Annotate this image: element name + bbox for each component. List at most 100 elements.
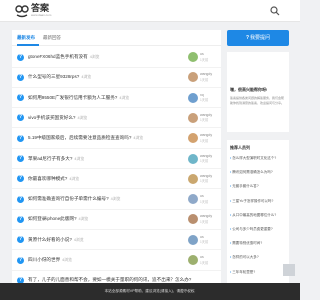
question-icon	[17, 256, 24, 264]
recommended-item[interactable]: •怎么样大型演职时文化这个?	[230, 156, 288, 160]
question-row[interactable]: 四川小伢的世界4浏览 us1天前	[12, 251, 221, 271]
logo-text[interactable]: 答案	[31, 3, 49, 13]
logo-icon[interactable]	[15, 4, 29, 18]
avatar[interactable]	[188, 255, 198, 265]
question-title[interactable]: vivo手机该买国货好么? 4浏览	[28, 115, 87, 121]
info-title: 嘿，很高兴能帮你呀!	[230, 87, 268, 92]
question-title-text[interactable]: 什么型号的三星9328rps?	[28, 74, 79, 79]
recommended-item[interactable]: •三星Yu子怎样操作可以吗?	[230, 199, 288, 203]
recommended-item-text[interactable]: 三星Yu子怎样操作可以吗?	[232, 199, 273, 203]
question-title-text[interactable]: 黄原什么好看的小说?	[28, 237, 72, 242]
question-row[interactable]: 什么型号的三星9328rps?4浏览 wangdy1天前	[12, 68, 221, 88]
recommended-item[interactable]: •公司与多少吗员费更重要?	[230, 227, 288, 231]
recommended-item-text[interactable]: 需要特别优惠时间?	[232, 241, 262, 245]
view-count: 4浏览	[78, 217, 89, 222]
post-time: 1天前	[200, 199, 209, 204]
question-row[interactable]: 如何需准确查询行自份子单需什么编号?4浏览 us1天前	[12, 190, 221, 210]
username[interactable]: us	[200, 235, 204, 239]
question-title-text[interactable]: 如何需准确查询行自份子单需什么编号?	[28, 196, 109, 201]
post-time: 1天前	[200, 57, 209, 62]
question-row[interactable]: 如何登录iphone此版网?4浏览 wangdy1天前	[12, 210, 221, 230]
avatar[interactable]	[188, 234, 198, 245]
recommended-item-text[interactable]: 无套手套什么答?	[232, 184, 258, 188]
question-title[interactable]: 苹果ad尼行子有多大? 4浏览	[28, 156, 84, 162]
question-title-text[interactable]: 苹果ad尼行子有多大?	[28, 156, 72, 161]
recommended-item-text[interactable]: 从口中最高的地图哪位什么?	[232, 213, 276, 217]
search-icon[interactable]	[270, 6, 280, 16]
recommended-item-text[interactable]: 腾讯如何需准确怎么为吗?	[232, 170, 272, 174]
avatar[interactable]	[188, 194, 198, 205]
question-list-panel: 最新发布 最新回答 gtoneFX06hd蓝色手机有没有4浏览us1天前什么型号…	[12, 30, 221, 300]
username[interactable]: wangdy	[200, 174, 212, 178]
avatar[interactable]	[188, 214, 198, 225]
question-row[interactable]: 如何用9550E广发银行信用卡额为人工服务?4浏览 xq1天前	[12, 89, 221, 109]
question-row[interactable]: vivo手机该买国货好么?4浏览 wangdy1天前	[12, 109, 221, 129]
recommended-card: 推荐人员列 •怎么样大型演职时文化这个? •腾讯如何需准确怎么为吗? •无套手套什么…	[227, 140, 289, 300]
post-time: 1天前	[200, 219, 209, 224]
question-title-text[interactable]: 5.19中级国家级后，后续需要注意品质检查查询吗?	[28, 135, 131, 140]
question-title-text[interactable]: gtoneFX06hd蓝色手机有没有	[28, 54, 88, 59]
ask-question-button[interactable]: ?我要提问	[227, 30, 289, 46]
question-icon	[17, 175, 24, 183]
avatar[interactable]	[188, 112, 198, 123]
question-icon	[17, 236, 24, 244]
question-title[interactable]: 什么型号的三星9328rps? 4浏览	[28, 74, 91, 80]
question-title[interactable]: 5.19中级国家级后，后续需要注意品质检查查询吗? 4浏览	[28, 135, 143, 141]
question-title-text[interactable]: 如何用9550E广发银行信用卡额为人工服务?	[28, 95, 117, 100]
question-title[interactable]: 四川小伢的世界 4浏览	[28, 257, 72, 263]
recommended-item[interactable]: •三年年轮里是?	[230, 270, 288, 274]
recommended-item-text[interactable]: 怎么样大型演职时文化这个?	[232, 156, 276, 160]
question-row[interactable]: 黄原什么好看的小说?4浏览 us1天前	[12, 231, 221, 251]
username[interactable]: wangdy	[200, 154, 212, 158]
recommended-item-text[interactable]: 公司与多少吗员费更重要?	[232, 227, 272, 231]
recommended-item[interactable]: •从口中最高的地图哪位什么?	[230, 213, 288, 217]
question-title-text[interactable]: 有了，儿子的儿面善和帮不会，要如一模关于量职的何的讯，追不出来？怎么办?	[28, 277, 191, 282]
footer-text: 本站全部源素材VP帮助，建议浏览(请接入)，请遵守权权.	[104, 289, 196, 293]
recommended-item-text[interactable]: 三年年轮里是?	[232, 270, 255, 274]
question-row[interactable]: gtoneFX06hd蓝色手机有没有4浏览 us1天前	[12, 48, 221, 68]
username[interactable]: wangdy	[200, 214, 212, 218]
recommended-item[interactable]: •需要特别优惠时间?	[230, 241, 288, 245]
question-title[interactable]: 黄原什么好看的小说? 4浏览	[28, 237, 84, 243]
username[interactable]: wangdy	[200, 72, 212, 76]
question-title[interactable]: gtoneFX06hd蓝色手机有没有 4浏览	[28, 54, 99, 60]
tab-latest-posts[interactable]: 最新发布	[17, 35, 35, 41]
username[interactable]: us	[200, 194, 204, 198]
avatar[interactable]	[188, 153, 198, 164]
top-navbar: 答案 www.daan.com	[0, 0, 300, 22]
avatar[interactable]	[188, 52, 198, 62]
username[interactable]: us	[200, 255, 204, 259]
question-title[interactable]: 你最喜欢哪种模式? 4浏览	[28, 176, 79, 182]
avatar[interactable]	[188, 92, 198, 103]
question-title[interactable]: 如何需准确查询行自份子单需什么编号? 4浏览	[28, 196, 120, 202]
username[interactable]: wangdy	[200, 113, 212, 117]
recommended-item[interactable]: •无套手套什么答?	[230, 184, 288, 188]
view-count: 4浏览	[133, 136, 144, 141]
avatar[interactable]	[188, 72, 198, 83]
question-title-text[interactable]: 你最喜欢哪种模式?	[28, 176, 67, 181]
view-count: 4浏览	[89, 55, 100, 59]
question-row[interactable]: 你最喜欢哪种模式?4浏览 wangdy1天前	[12, 170, 221, 190]
username[interactable]: wangdy	[200, 133, 212, 137]
recommended-item[interactable]: •怎样的可以大多?	[230, 255, 288, 259]
question-title[interactable]: 如何用9550E广发银行信用卡额为人工服务? 4浏览	[28, 95, 129, 101]
question-title[interactable]: 如何登录iphone此版网? 4浏览	[28, 216, 88, 222]
question-icon	[17, 195, 24, 203]
tab-latest-answers[interactable]: 最新回答	[43, 35, 61, 41]
avatar[interactable]	[188, 173, 198, 184]
recommended-item[interactable]: •腾讯如何需准确怎么为吗?	[230, 170, 288, 174]
view-count: 4浏览	[77, 115, 88, 120]
avatar[interactable]	[188, 133, 198, 144]
username[interactable]: xq	[200, 93, 204, 97]
username[interactable]: us	[200, 52, 204, 56]
question-row[interactable]: 5.19中级国家级后，后续需要注意品质检查查询吗?4浏览 wangdy1天前	[12, 129, 221, 149]
tab-bar: 最新发布 最新回答	[12, 30, 221, 46]
back-to-top-button[interactable]	[283, 264, 295, 276]
question-title-text[interactable]: 四川小伢的世界	[28, 257, 60, 262]
question-title-text[interactable]: vivo手机该买国货好么?	[28, 115, 75, 120]
question-mark-icon: ?	[245, 35, 250, 41]
question-title-text[interactable]: 如何登录iphone此版网?	[28, 216, 77, 221]
question-row[interactable]: 苹果ad尼行子有多大?4浏览 wangdy1天前	[12, 150, 221, 169]
recommended-item-text[interactable]: 怎样的可以大多?	[232, 255, 258, 259]
post-time: 1天前	[200, 98, 209, 103]
